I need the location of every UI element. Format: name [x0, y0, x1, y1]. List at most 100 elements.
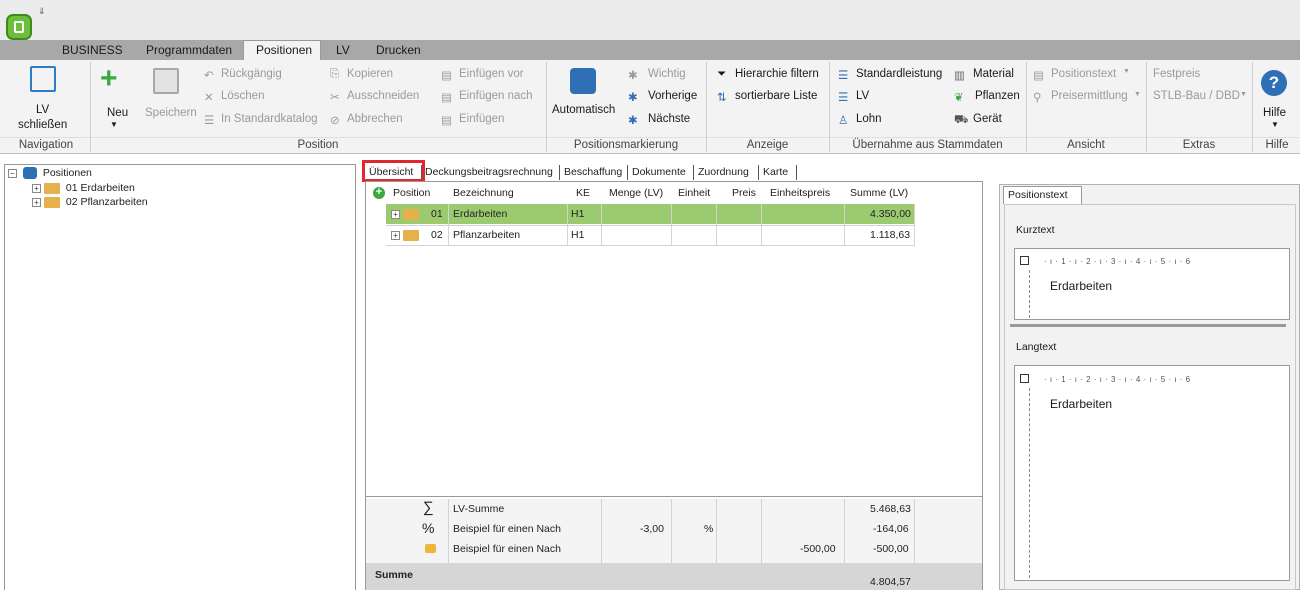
table-row[interactable]: +: [391, 205, 422, 223]
tree-item[interactable]: + 01 Erdarbeiten: [32, 182, 135, 194]
tab-deckungsbeitragsrechnung[interactable]: Deckungsbeitragsrechnung: [425, 164, 553, 181]
col-header-einheitspreis[interactable]: Einheitspreis: [770, 187, 830, 199]
festpreis-button[interactable]: Festpreis: [1153, 68, 1200, 80]
footer-summe: -500,00: [873, 543, 909, 555]
col-header-bezeichnung[interactable]: Bezeichnung: [453, 187, 514, 199]
cell-bezeichnung: Pflanzarbeiten: [453, 229, 521, 241]
footer-einheitspreis: -500,00: [800, 543, 836, 555]
tab-zuordnung[interactable]: Zuordnung: [698, 164, 749, 181]
langtext-content: Erdarbeiten: [1050, 397, 1113, 411]
einfuegen-nach-button[interactable]: Einfügen nach: [459, 90, 533, 102]
chevron-down-icon: ▼: [1134, 91, 1141, 98]
group-label-extras: Extras: [1182, 139, 1216, 151]
lohn-button[interactable]: Lohn: [856, 113, 882, 125]
quick-access-toolbar[interactable]: ⇓: [38, 6, 46, 17]
tab-separator: [758, 165, 759, 180]
footer-menge: -3,00: [640, 523, 664, 535]
expand-icon[interactable]: +: [391, 230, 400, 240]
neu-button[interactable]: Neu: [107, 107, 128, 119]
expand-icon[interactable]: +: [32, 183, 41, 193]
add-position-icon[interactable]: +: [373, 187, 385, 199]
col-header-summe[interactable]: Summe (LV): [850, 187, 908, 199]
kurztext-label: Kurztext: [1016, 224, 1055, 236]
automatisch-button[interactable]: Automatisch: [552, 104, 615, 116]
in-standardkatalog-button[interactable]: In Standardkatalog: [221, 113, 318, 125]
tab-dokumente[interactable]: Dokumente: [632, 164, 686, 181]
abbrechen-button[interactable]: Abbrechen: [347, 113, 403, 125]
tree-item[interactable]: + 02 Pflanzarbeiten: [32, 196, 148, 208]
ribbon-separator: [90, 62, 91, 152]
tab-business[interactable]: BUSINESS: [62, 43, 123, 57]
tab-positionen[interactable]: Positionen: [256, 43, 312, 57]
lv-close-icon: [30, 66, 56, 92]
total-value: 4.804,57: [870, 576, 911, 588]
positionstext-button[interactable]: Positionstext: [1051, 68, 1116, 80]
tab-lv[interactable]: LV: [336, 43, 350, 57]
hierarchie-filtern-button[interactable]: Hierarchie filtern: [735, 68, 819, 80]
grid-line: [716, 499, 717, 563]
sigma-icon: ∑: [423, 499, 434, 516]
vertical-ruler: [1029, 388, 1030, 578]
col-header-menge[interactable]: Menge (LV): [609, 187, 663, 199]
col-header-ke[interactable]: KE: [576, 187, 590, 199]
cell-bezeichnung: Erdarbeiten: [453, 208, 508, 220]
standardleistung-button[interactable]: Standardleistung: [856, 68, 942, 80]
footer-einheit: %: [704, 523, 714, 535]
tab-positionstext[interactable]: Positionstext: [1003, 186, 1082, 204]
tree-root[interactable]: − Positionen: [8, 167, 92, 180]
naechste-button[interactable]: Nächste: [648, 113, 690, 125]
splitter[interactable]: [1010, 324, 1286, 327]
expand-icon[interactable]: +: [32, 197, 41, 207]
standardleistung-icon: ☰: [838, 70, 849, 82]
tab-separator: [559, 165, 560, 180]
col-header-einheit[interactable]: Einheit: [678, 187, 710, 199]
stammdaten-lv-button[interactable]: LV: [856, 90, 869, 102]
cell-position: 01: [431, 208, 443, 220]
footer-divider: [366, 496, 982, 497]
ausschneiden-button[interactable]: Ausschneiden: [347, 90, 419, 102]
app-menu-button[interactable]: [6, 14, 32, 40]
tree-item-label: 02 Pflanzarbeiten: [65, 196, 148, 208]
pflanzen-button[interactable]: Pflanzen: [975, 90, 1020, 102]
rueckgaengig-button[interactable]: Rückgängig: [221, 68, 282, 80]
grid-line: [914, 499, 915, 563]
delete-icon: ✕: [204, 92, 214, 104]
cancel-icon: ⊘: [330, 115, 340, 127]
tab-beschaffung[interactable]: Beschaffung: [564, 164, 622, 181]
vorherige-button[interactable]: Vorherige: [648, 90, 697, 102]
material-button[interactable]: Material: [973, 68, 1014, 80]
geraet-button[interactable]: Gerät: [973, 113, 1002, 125]
lv-schliessen-button[interactable]: schließen: [18, 119, 67, 131]
row-divider: [386, 245, 914, 246]
ribbon-separator: [546, 62, 547, 152]
collapse-icon[interactable]: −: [8, 168, 17, 178]
kurztext-content: Erdarbeiten: [1050, 279, 1113, 293]
speichern-button[interactable]: Speichern: [145, 107, 197, 119]
col-header-preis[interactable]: Preis: [732, 187, 756, 199]
help-icon: ?: [1261, 70, 1287, 96]
geraet-icon: ⛟: [954, 114, 969, 126]
wichtig-button[interactable]: Wichtig: [648, 68, 686, 80]
col-header-position[interactable]: Position: [393, 187, 430, 199]
lv-label: LV: [36, 104, 50, 116]
tab-drucken[interactable]: Drucken: [376, 43, 421, 57]
ruler: · ı · 1 · ı · 2 · ı · 3 · ı · 4 · ı · 5 …: [1044, 375, 1191, 384]
tab-karte[interactable]: Karte: [763, 164, 788, 181]
tab-stop-icon: [1020, 374, 1029, 383]
tab-programmdaten[interactable]: Programmdaten: [146, 43, 232, 57]
preisermittlung-button[interactable]: Preisermittlung: [1051, 90, 1128, 102]
cell-summe: 4.350,00: [870, 208, 911, 220]
einfuegen-vor-button[interactable]: Einfügen vor: [459, 68, 524, 80]
expand-icon[interactable]: +: [391, 209, 400, 219]
previous-icon: ✱: [628, 92, 638, 104]
einfuegen-button[interactable]: Einfügen: [459, 113, 504, 125]
sortierbare-liste-button[interactable]: sortierbare Liste: [735, 90, 817, 102]
kopieren-button[interactable]: Kopieren: [347, 68, 393, 80]
leaf-icon: ❦: [954, 92, 964, 104]
tab-stop-icon: [1020, 256, 1029, 265]
table-row[interactable]: +: [391, 226, 422, 244]
undo-icon: ↶: [204, 70, 214, 82]
loeschen-button[interactable]: Löschen: [221, 90, 264, 102]
hilfe-button[interactable]: Hilfe: [1263, 107, 1286, 119]
stlb-bau-button[interactable]: STLB-Bau / DBD: [1153, 90, 1240, 102]
